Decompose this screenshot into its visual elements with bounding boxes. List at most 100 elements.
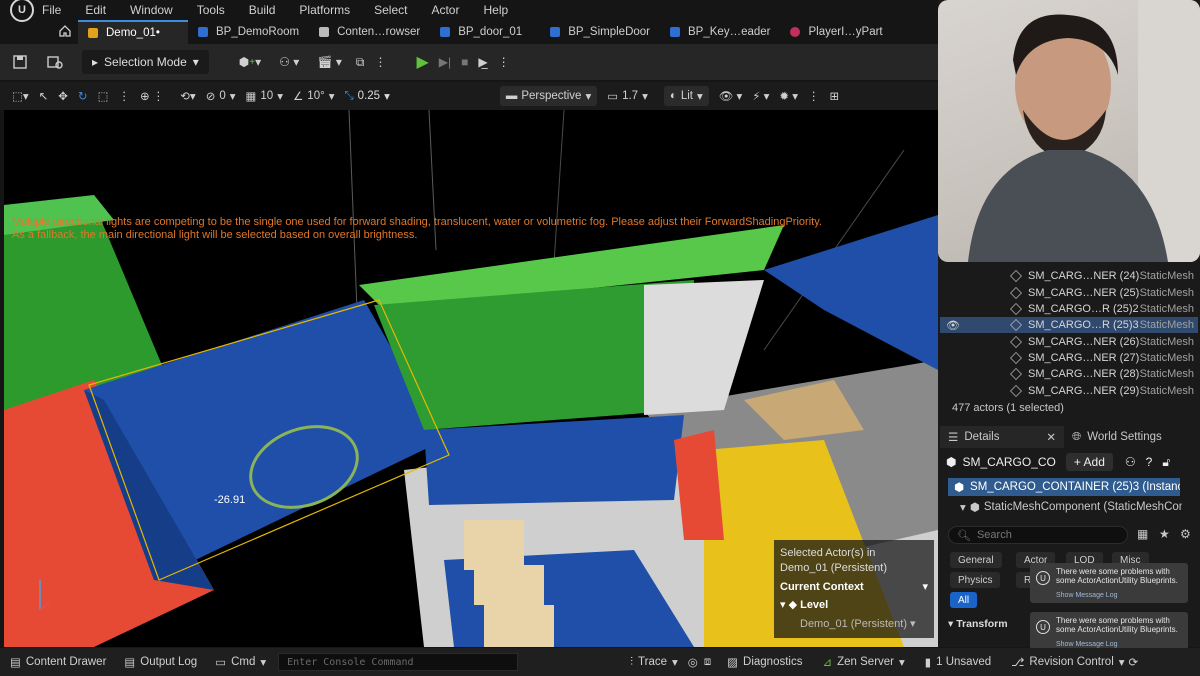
unreal-logo-icon: U [1036, 620, 1050, 634]
component-instance-row[interactable]: ⬢ SM_CARGO_CONTAINER (25)3 (Instance) [948, 478, 1180, 496]
lit-mode-label: Lit [680, 90, 693, 102]
grid-snap-toggle[interactable]: ▦ 10 ▾ [246, 89, 283, 103]
output-log-button[interactable]: ▤ Output Log [124, 655, 197, 669]
angle-snap-toggle[interactable]: ∠ 10° ▾ [293, 89, 334, 103]
scale-tool-icon[interactable]: ⬚ [98, 89, 109, 103]
record-icon[interactable]: ◎ [688, 655, 698, 669]
show-flags-icon[interactable]: 👁︎ ▾ [719, 89, 743, 103]
revision-control-dropdown[interactable]: ⎇ Revision Control ▾ [1011, 655, 1124, 669]
transform-section-header[interactable]: ▾ Transform [948, 618, 1008, 630]
menu-edit[interactable]: Edit [85, 3, 106, 17]
menu-window[interactable]: Window [130, 3, 173, 17]
close-icon[interactable]: ✕ [1046, 430, 1056, 444]
perspective-dropdown[interactable]: ▬ Perspective ▾ [499, 86, 598, 106]
viewport-more-icon[interactable]: ⋮ [808, 89, 820, 103]
tab-player-part[interactable]: PlayerI…yPart [780, 20, 892, 44]
favorite-star-icon[interactable]: ★ [1159, 527, 1170, 541]
visibility-eye-icon[interactable]: 👁︎ [946, 319, 960, 332]
static-mesh-icon [1010, 319, 1022, 331]
stop-icon[interactable]: ■ [461, 50, 468, 74]
tab-bp-keyreader[interactable]: BP_Key…eader [660, 20, 780, 44]
menu-file[interactable]: File [42, 3, 61, 17]
scale-snap-toggle[interactable]: ⤡ 0.25 ▾ [344, 89, 389, 104]
selection-mode-label: Selection Mode [104, 55, 187, 69]
outliner-row[interactable]: SM_CARG…NER (25) StaticMesh [940, 285, 1198, 301]
unreal-logo-icon[interactable]: U [10, 0, 34, 22]
tab-bp-demoroom[interactable]: BP_DemoRoom [188, 20, 309, 44]
viewport-settings-icon[interactable]: ✹ ▾ [779, 89, 798, 103]
trace-dropdown[interactable]: ⫶ Trace ▾ [630, 655, 678, 670]
component-row[interactable]: ▾ ⬢ StaticMeshComponent (StaticMeshCom [960, 498, 1182, 516]
eject-icon[interactable]: ▶̲ [478, 50, 487, 74]
menu-select[interactable]: Select [374, 3, 407, 17]
tab-world-settings[interactable]: 🌐︎ World Settings [1064, 426, 1170, 448]
add-component-button[interactable]: + Add [1065, 453, 1113, 471]
surface-snap-icon[interactable]: ⟲▾ [180, 89, 195, 103]
tab-bp-simpledoor[interactable]: BP_SimpleDoor [540, 20, 660, 44]
tab-content-browser[interactable]: Conten…rowser [309, 20, 430, 44]
browse-icon[interactable] [46, 54, 64, 70]
play-icon[interactable]: ▶ [416, 50, 428, 74]
content-drawer-button[interactable]: ▤ Content Drawer [10, 655, 106, 669]
tab-demo-01[interactable]: Demo_01• [78, 20, 188, 44]
lock-icon[interactable]: 🔓︎ [1162, 455, 1170, 470]
outliner-row[interactable]: SM_CARGO…R (25)2 StaticMesh [940, 301, 1198, 317]
outliner-row[interactable]: SM_CARG…NER (29) StaticMesh [940, 383, 1198, 399]
outliner-row[interactable]: SM_CARG…NER (24) StaticMesh [940, 268, 1198, 284]
unsaved-button[interactable]: ▮ 1 Unsaved [925, 655, 991, 669]
move-tool-icon[interactable]: ✥ [58, 89, 68, 103]
current-context-heading[interactable]: Current Context ▾ [780, 580, 928, 595]
more-icon[interactable]: ⋮ [118, 89, 130, 103]
outliner-row[interactable]: SM_CARG…NER (28) StaticMesh [940, 366, 1198, 382]
play-options-icon[interactable]: ⋮ [498, 50, 510, 74]
outliner-row[interactable]: SM_CARG…NER (27) StaticMesh [940, 350, 1198, 366]
show-message-log-link[interactable]: Show Message Log [1056, 591, 1184, 600]
actor-name-field[interactable]: SM_CARGO_CO [962, 455, 1055, 469]
menu-platforms[interactable]: Platforms [299, 3, 350, 17]
settings-gear-icon[interactable]: ⚙ [1180, 527, 1191, 541]
level-viewport[interactable]: Multiple directional lights are competin… [4, 110, 938, 647]
notifications-icon[interactable]: ⟳ [1129, 655, 1139, 669]
outliner-row[interactable]: SM_CARG…NER (26) StaticMesh [940, 334, 1198, 350]
diagnostics-button[interactable]: ▨ Diagnostics [727, 655, 802, 669]
rotation-snap-toggle[interactable]: ⊘ 0 ▾ [206, 89, 236, 103]
console-command-input[interactable]: Enter Console Command [278, 653, 519, 671]
transform-tools-menu-icon[interactable]: ⬚▾ [12, 89, 29, 103]
screenshot-icon[interactable]: ⧈ [704, 656, 711, 669]
filter-general[interactable]: General [950, 552, 1002, 568]
cinematics-icon[interactable]: 🎬︎ ▾ [317, 50, 342, 74]
table-view-icon[interactable]: ▦ [1137, 527, 1148, 541]
outliner-row-selected[interactable]: 👁︎ SM_CARGO…R (25)3 StaticMesh [940, 317, 1198, 333]
zen-server-dropdown[interactable]: ⊿ Zen Server ▾ [822, 655, 904, 669]
lit-mode-dropdown[interactable]: ◐ Lit ▾ [663, 86, 709, 106]
menu-build[interactable]: Build [249, 3, 276, 17]
skip-icon[interactable]: ▶| [439, 50, 451, 74]
cmd-dropdown[interactable]: ▭ Cmd ▾ [215, 655, 266, 669]
blueprint-convert-icon[interactable]: ⚇ [1125, 455, 1136, 469]
help-icon[interactable]: ? [1146, 455, 1153, 469]
menu-actor[interactable]: Actor [431, 3, 459, 17]
menu-help[interactable]: Help [483, 3, 508, 17]
home-icon[interactable] [58, 24, 72, 38]
blueprint-menu-icon[interactable]: ⚇ ▾ [279, 50, 299, 74]
details-search-input[interactable]: 🔍︎ Search [948, 526, 1128, 544]
selection-mode-dropdown[interactable]: ▸ Selection Mode ▾ [82, 50, 209, 74]
more-options-icon[interactable]: ⋮ [374, 50, 386, 74]
layout-icon[interactable]: ⊞ [830, 89, 840, 103]
rotate-tool-icon[interactable]: ↻ [78, 89, 88, 103]
world-local-icon[interactable]: ⊕ ⋮ [140, 89, 164, 103]
filter-physics[interactable]: Physics [950, 572, 1001, 588]
select-tool-icon[interactable]: ↖ [39, 89, 49, 103]
tab-bp-door-01[interactable]: BP_door_01 [430, 20, 540, 44]
level-dropdown[interactable]: Demo_01 (Persistent) ▾ [780, 617, 928, 632]
add-actor-icon[interactable]: ⬢ + ▾ [239, 50, 261, 74]
outliner-row-name: SM_CARG…NER (24) [1028, 270, 1140, 282]
camera-speed-dropdown[interactable]: ▭ 1.7 ▾ [607, 89, 648, 103]
save-icon[interactable] [12, 54, 28, 70]
tab-details[interactable]: ☰ Details ✕ [940, 426, 1064, 448]
settings-icon[interactable]: ⧉ [356, 50, 365, 74]
filter-all[interactable]: All [950, 592, 978, 608]
presenter-video-frame [968, 0, 1200, 262]
menu-tools[interactable]: Tools [197, 3, 225, 17]
performance-icon[interactable]: ⚡︎ ▾ [752, 89, 769, 103]
